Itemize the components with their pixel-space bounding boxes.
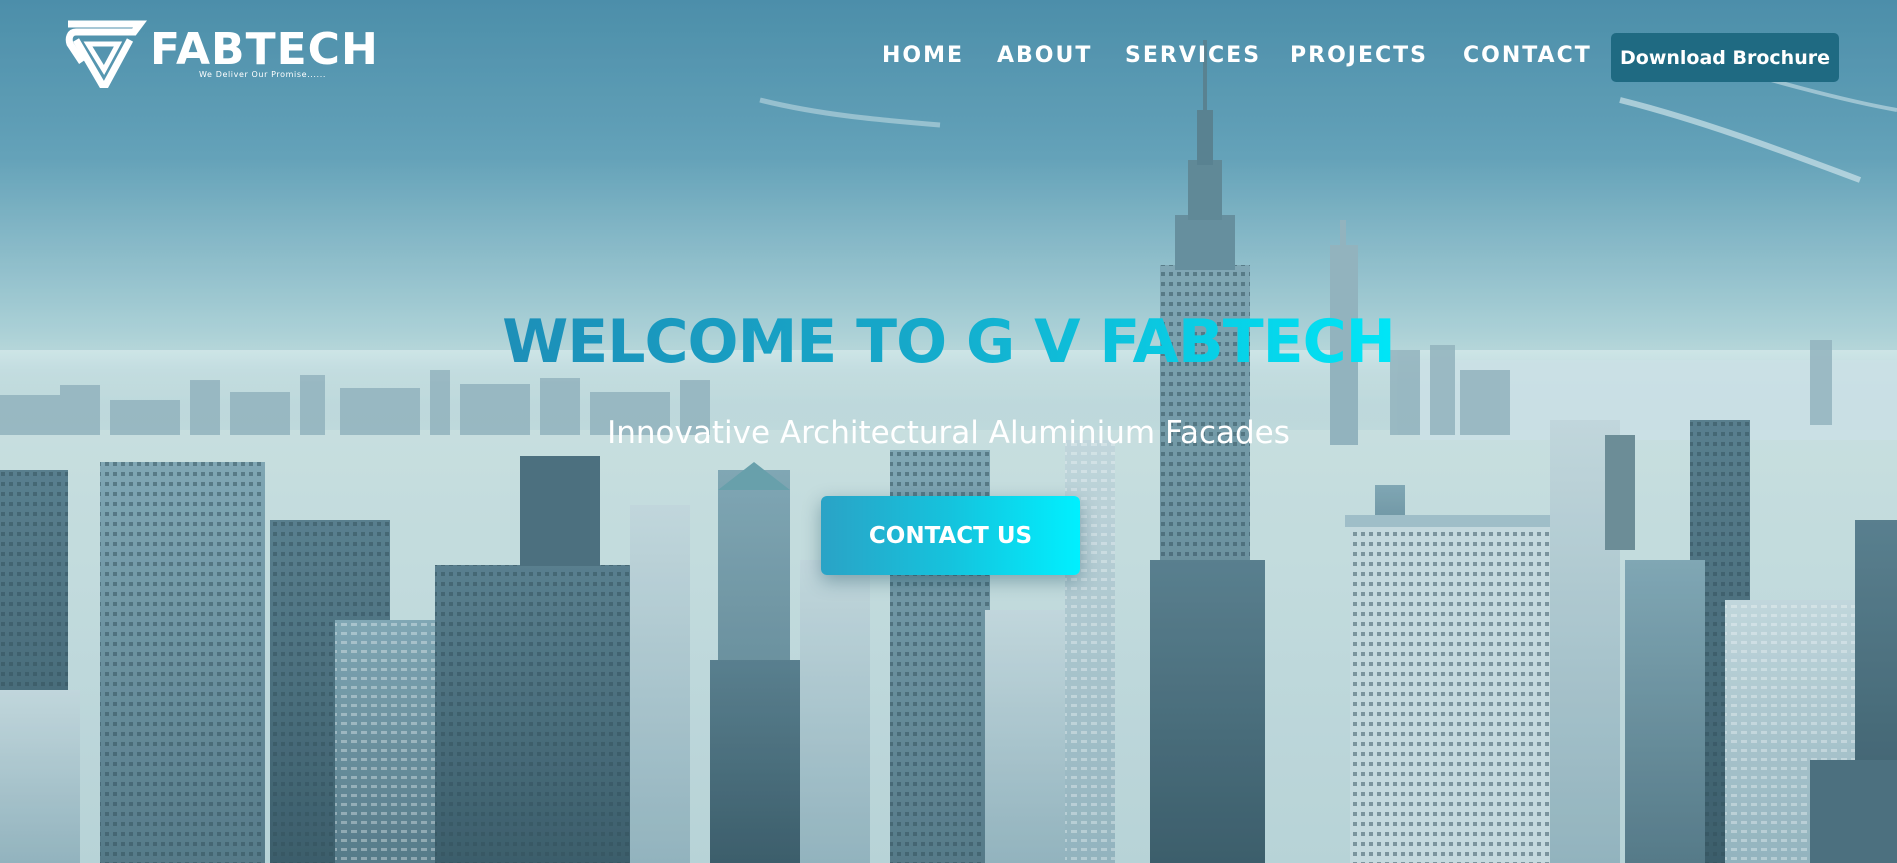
hero-title-text: WELCOME TO G V FABTECH xyxy=(502,307,1396,377)
nav-item-home[interactable]: HOME xyxy=(882,41,964,71)
brand-tagline: We Deliver Our Promise...... xyxy=(199,70,326,79)
nav-item-contact[interactable]: CONTACT xyxy=(1463,41,1592,71)
hero-title: WELCOME TO G V FABTECH xyxy=(0,307,1897,377)
contact-us-button[interactable]: CONTACT US xyxy=(821,496,1080,575)
download-brochure-button[interactable]: Download Brochure xyxy=(1611,33,1839,82)
nav-item-services[interactable]: SERVICES xyxy=(1125,41,1261,71)
nav-item-projects[interactable]: PROJECTS xyxy=(1290,41,1428,71)
nav-item-about[interactable]: ABOUT xyxy=(997,41,1092,71)
hero-subtitle: Innovative Architectural Aluminium Facad… xyxy=(607,415,1290,451)
